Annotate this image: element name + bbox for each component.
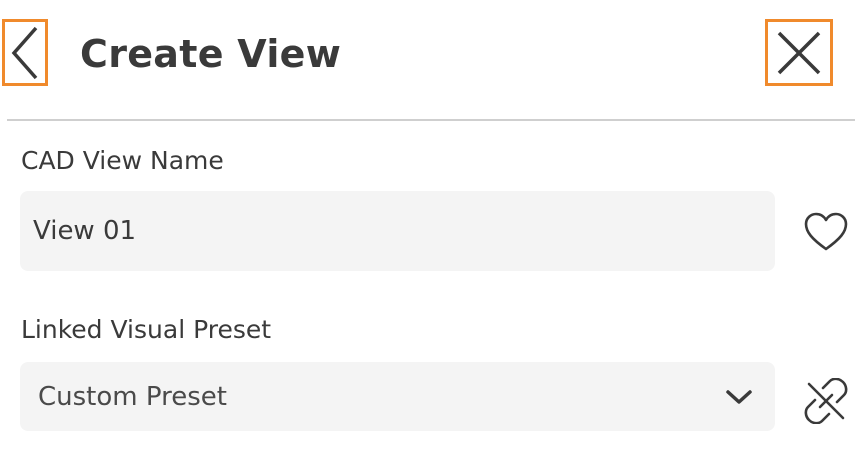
heart-icon <box>804 212 848 251</box>
page-title: Create View <box>80 32 342 76</box>
close-icon <box>777 31 821 74</box>
header-divider <box>7 119 855 121</box>
view-name-input[interactable]: View 01 <box>20 191 775 271</box>
visual-preset-select[interactable]: Custom Preset <box>20 362 775 431</box>
visual-preset-label: Linked Visual Preset <box>21 315 272 344</box>
visual-preset-value: Custom Preset <box>38 381 227 412</box>
favorite-button[interactable] <box>803 210 849 254</box>
unlink-icon <box>804 378 848 424</box>
chevron-left-icon <box>11 26 38 79</box>
unlink-preset-button[interactable] <box>803 378 849 424</box>
close-button[interactable] <box>765 19 833 86</box>
create-view-panel: Create View CAD View Name View 01 Linked… <box>0 0 865 458</box>
back-button[interactable] <box>2 19 48 86</box>
view-name-value: View 01 <box>33 216 137 246</box>
view-name-label: CAD View Name <box>21 146 224 175</box>
chevron-down-icon <box>723 381 755 413</box>
